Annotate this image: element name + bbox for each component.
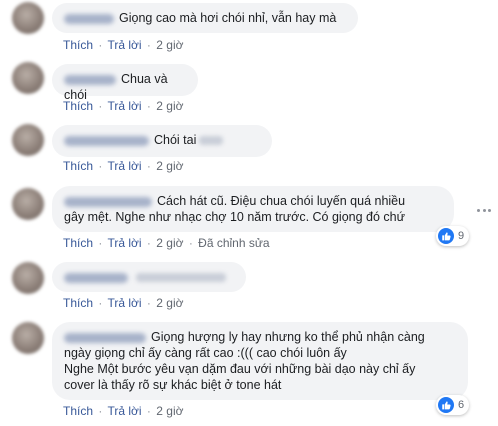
avatar[interactable] <box>12 2 44 34</box>
like-link[interactable]: Thích <box>63 99 93 113</box>
comment-time[interactable]: 2 giờ <box>156 236 183 250</box>
reply-link[interactable]: Trả lời <box>107 159 141 173</box>
comment-bubble: Chua và chói <box>52 64 198 102</box>
edited-label[interactable]: Đã chỉnh sửa <box>198 236 269 250</box>
more-options-icon[interactable] <box>477 209 491 213</box>
reply-link[interactable]: Trả lời <box>107 38 141 52</box>
separator: · <box>146 99 151 113</box>
comment-bubble: Giọng cao mà hơi chói nhỉ, vẫn hay mà <box>52 3 358 33</box>
author-name[interactable] <box>64 135 149 146</box>
reaction-number: 6 <box>458 399 465 411</box>
comment-bubble: Cách hát cũ. Điệu chua chói luyến quá nh… <box>52 186 454 232</box>
comment-text-line4: cover là thấy rõ sự khác biệt ở tone hát <box>64 378 282 392</box>
comment-time[interactable]: 2 giờ <box>156 296 183 310</box>
separator: · <box>146 404 151 418</box>
blurred-text <box>136 273 226 283</box>
author-name[interactable] <box>64 196 152 207</box>
reaction-count[interactable]: 9 <box>436 226 470 246</box>
separator: · <box>98 99 103 113</box>
reply-link[interactable]: Trả lời <box>107 404 141 418</box>
avatar[interactable] <box>12 62 44 94</box>
like-link[interactable]: Thích <box>63 236 93 250</box>
separator: · <box>98 296 103 310</box>
comment-text: Giọng cao mà hơi chói nhỉ, vẫn hay mà <box>119 11 337 25</box>
separator: · <box>188 236 193 250</box>
separator: · <box>98 38 103 52</box>
comment-actions: Thích · Trả lời · 2 giờ <box>63 296 183 310</box>
separator: · <box>98 159 103 173</box>
comment-text-line2: ngày giọng chỉ ấy càng rất cao :((( cao … <box>64 346 347 360</box>
comment-text-line1: Cách hát cũ. Điệu chua chói luyến quá nh… <box>157 194 406 208</box>
comment-actions: Thích · Trả lời · 2 giờ <box>63 38 183 52</box>
author-name[interactable] <box>64 272 128 283</box>
like-link[interactable]: Thích <box>63 296 93 310</box>
separator: · <box>146 236 151 250</box>
avatar[interactable] <box>12 262 44 294</box>
author-name[interactable] <box>64 13 114 24</box>
separator: · <box>146 38 151 52</box>
author-name[interactable] <box>64 74 116 85</box>
comment-time[interactable]: 2 giờ <box>156 159 183 173</box>
like-icon <box>438 397 454 413</box>
separator: · <box>98 404 103 418</box>
comment-actions: Thích · Trả lời · 2 giờ · Đã chỉnh sửa <box>63 236 270 250</box>
comment-time[interactable]: 2 giờ <box>156 38 183 52</box>
reaction-count[interactable]: 6 <box>436 395 470 415</box>
avatar[interactable] <box>12 188 44 220</box>
reply-link[interactable]: Trả lời <box>107 99 141 113</box>
reaction-number: 9 <box>458 230 465 242</box>
comment-time[interactable]: 2 giờ <box>156 404 183 418</box>
like-link[interactable]: Thích <box>63 404 93 418</box>
like-link[interactable]: Thích <box>63 38 93 52</box>
comment-bubble: Chói tai <box>52 125 272 157</box>
separator: · <box>98 236 103 250</box>
blurred-text <box>199 136 224 146</box>
comment-text: Chói tai <box>154 133 197 147</box>
comment-time[interactable]: 2 giờ <box>156 99 183 113</box>
separator: · <box>146 296 151 310</box>
separator: · <box>146 159 151 173</box>
comment-text-line1: Giọng hượng ly hay nhưng ko thể phủ nhận… <box>151 330 425 344</box>
comment-actions: Thích · Trả lời · 2 giờ <box>63 99 183 113</box>
avatar[interactable] <box>12 322 44 354</box>
comment-text-line2: gây mệt. Nghe như nhạc chợ 10 năm trước.… <box>64 210 405 224</box>
comment-text-line3: Nghe Một bước yêu vạn dặm đau với những … <box>64 362 416 376</box>
avatar[interactable] <box>12 124 44 156</box>
like-link[interactable]: Thích <box>63 159 93 173</box>
comment-actions: Thích · Trả lời · 2 giờ <box>63 159 183 173</box>
reply-link[interactable]: Trả lời <box>107 236 141 250</box>
comment-bubble: Giọng hượng ly hay nhưng ko thể phủ nhận… <box>52 322 468 400</box>
author-name[interactable] <box>64 332 146 343</box>
comment-actions: Thích · Trả lời · 2 giờ <box>63 404 183 418</box>
reply-link[interactable]: Trả lời <box>107 296 141 310</box>
comment-bubble <box>52 262 246 292</box>
like-icon <box>438 228 454 244</box>
